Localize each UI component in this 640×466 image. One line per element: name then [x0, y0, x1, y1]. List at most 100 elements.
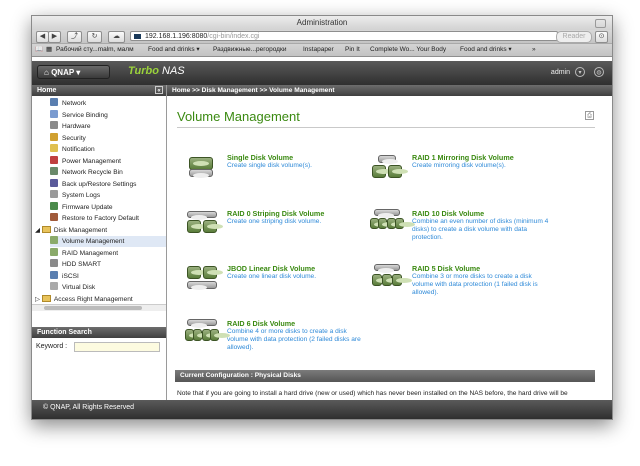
bookmark-item[interactable]: Food and drinks ▾	[148, 44, 200, 56]
collapse-sidebar-icon[interactable]: «	[155, 86, 163, 94]
sidebar-item-label: iSCSI	[62, 273, 79, 280]
jbod-linear-icon	[185, 264, 223, 294]
bookmark-item[interactable]: Complete Wo... Your Body	[370, 44, 446, 56]
sidebar-item-network-recycle-bin[interactable]: Network Recycle Bin	[50, 167, 123, 178]
notification-icon	[50, 144, 58, 152]
sidebar: Home « Network Service Binding Hardware …	[32, 85, 167, 400]
language-globe-icon[interactable]: ◍	[594, 67, 604, 77]
sidebar-item-system-logs[interactable]: System Logs	[50, 190, 100, 201]
volume-type-name[interactable]: RAID 10 Disk Volume	[412, 209, 484, 218]
bookmark-item[interactable]: Food and drinks ▾	[460, 44, 512, 56]
icloud-button[interactable]: ☁	[108, 31, 125, 43]
top-sites-icon[interactable]: ▦	[46, 44, 52, 56]
sidebar-item-label: Back up/Restore Settings	[62, 181, 137, 188]
turbo-text: Turbo	[128, 65, 159, 77]
print-icon[interactable]: ⎙	[585, 111, 594, 120]
sidebar-item-network[interactable]: Network	[50, 98, 86, 109]
bookmark-item[interactable]: Раздвижные...регородки	[213, 44, 286, 56]
sidebar-item-power-management[interactable]: Power Management	[50, 156, 121, 167]
hdd-icon	[50, 259, 58, 267]
bookmark-item[interactable]: Instapaper	[303, 44, 334, 56]
logs-icon	[50, 190, 58, 198]
sidebar-item-backup-restore[interactable]: Back up/Restore Settings	[50, 179, 136, 190]
downloads-button[interactable]: ⊙	[595, 31, 608, 43]
footer: © QNAP, All Rights Reserved	[32, 400, 612, 419]
sidebar-item-label: Volume Management	[62, 238, 125, 245]
title-divider	[177, 127, 595, 128]
user-menu-chevron-icon[interactable]: ▾	[575, 67, 585, 77]
volume-type-name[interactable]: JBOD Linear Disk Volume	[227, 264, 315, 273]
raid0-striping-icon	[185, 209, 223, 239]
sidebar-item-raid-management[interactable]: RAID Management	[50, 248, 118, 259]
volume-type-desc: Create one striping disk volume.	[227, 218, 322, 225]
volume-icon	[50, 236, 58, 244]
volume-type-name[interactable]: RAID 0 Striping Disk Volume	[227, 209, 324, 218]
backup-icon	[50, 179, 58, 187]
network-icon	[50, 98, 58, 106]
function-search-header: Function Search	[32, 327, 166, 338]
qnap-header: ⌂ QNAP ▾ Turbo NAS admin ▾ ◍	[32, 61, 612, 85]
sidebar-group-disk-management[interactable]: ◢ Disk Management	[35, 225, 107, 236]
sidebar-group-label: Disk Management	[53, 227, 108, 234]
sidebar-horizontal-scrollbar[interactable]	[32, 304, 166, 311]
site-favicon-icon	[134, 34, 141, 39]
sidebar-item-notification[interactable]: Notification	[50, 144, 95, 155]
folder-icon	[41, 295, 51, 302]
window-resize-icon[interactable]	[595, 19, 606, 28]
expand-arrow-icon: ◢	[35, 227, 42, 234]
sidebar-item-label: RAID Management	[62, 250, 119, 257]
volume-type-desc: Combine an even number of disks (minimum…	[412, 218, 549, 241]
keyword-label: Keyword :	[36, 343, 68, 350]
sidebar-item-label: System Logs	[62, 192, 101, 199]
sidebar-item-hdd-smart[interactable]: HDD SMART	[50, 259, 101, 270]
forward-button[interactable]: ▶	[48, 31, 61, 43]
folder-icon	[41, 226, 51, 233]
qnap-logo-text: QNAP	[51, 68, 75, 77]
sidebar-item-iscsi[interactable]: iSCSI	[50, 271, 79, 282]
browser-toolbar: ◀ ▶ ⤴ ↻ ☁ 192.168.1.196:8080/cgi-bin/ind…	[32, 30, 612, 44]
sidebar-item-restore-factory[interactable]: Restore to Factory Default	[50, 213, 139, 224]
sidebar-tree: Network Service Binding Hardware Securit…	[32, 96, 166, 304]
power-icon	[50, 156, 58, 164]
volume-type-name[interactable]: RAID 1 Mirroring Disk Volume	[412, 153, 514, 162]
qnap-logo-button[interactable]: ⌂ QNAP ▾	[37, 65, 110, 79]
turbo-nas-brand: Turbo NAS	[128, 65, 185, 77]
browser-window: Administration ◀ ▶ ⤴ ↻ ☁ 192.168.1.196:8…	[31, 15, 613, 420]
volume-type-desc: Create one linear disk volume.	[227, 273, 317, 280]
sidebar-item-security[interactable]: Security	[50, 133, 86, 144]
bookmark-item[interactable]: Рабочий сту...malm, малм	[56, 44, 134, 56]
sidebar-item-hardware[interactable]: Hardware	[50, 121, 91, 132]
page-title: Volume Management	[177, 109, 300, 124]
url-path: /cgi-bin/index.cgi	[207, 33, 260, 40]
keyword-input[interactable]	[74, 342, 160, 352]
sidebar-group-label: Access Right Management	[53, 296, 133, 303]
sidebar-item-virtual-disk[interactable]: Virtual Disk	[50, 282, 95, 293]
sidebar-item-label: Service Binding	[62, 112, 108, 119]
scrollbar-thumb[interactable]	[44, 306, 142, 310]
sidebar-item-volume-management[interactable]: Volume Management	[50, 236, 166, 247]
expand-arrow-icon: ▷	[35, 296, 42, 303]
volume-type-name[interactable]: RAID 5 Disk Volume	[412, 264, 480, 273]
window-title: Administration	[296, 18, 348, 27]
sidebar-item-service-binding[interactable]: Service Binding	[50, 110, 108, 121]
volume-type-name[interactable]: RAID 6 Disk Volume	[227, 319, 295, 328]
bookmarks-book-icon[interactable]: 📖	[35, 44, 43, 56]
service-binding-icon	[50, 110, 58, 118]
volume-type-desc: Create single disk volume(s).	[227, 162, 313, 169]
sidebar-group-access-right[interactable]: ▷ Access Right Management	[35, 294, 133, 304]
restore-icon	[50, 213, 58, 221]
reader-button[interactable]: Reader	[556, 31, 592, 43]
hardware-icon	[50, 121, 58, 129]
share-button[interactable]: ⤴	[67, 31, 82, 43]
recycle-bin-icon	[50, 167, 58, 175]
sidebar-item-firmware-update[interactable]: Firmware Update	[50, 202, 113, 213]
volume-type-desc: Combine 3 or more disks to create a disk…	[412, 273, 538, 296]
bookmarks-overflow-icon[interactable]: »	[532, 44, 536, 56]
reload-button[interactable]: ↻	[87, 31, 102, 43]
volume-type-name[interactable]: Single Disk Volume	[227, 153, 293, 162]
bookmark-item[interactable]: Pin It	[345, 44, 360, 56]
url-host: 192.168.1.196:8080	[145, 33, 208, 40]
lock-icon	[50, 133, 58, 141]
address-bar[interactable]: 192.168.1.196:8080/cgi-bin/index.cgi	[130, 31, 558, 41]
admin-user[interactable]: admin	[551, 69, 570, 76]
